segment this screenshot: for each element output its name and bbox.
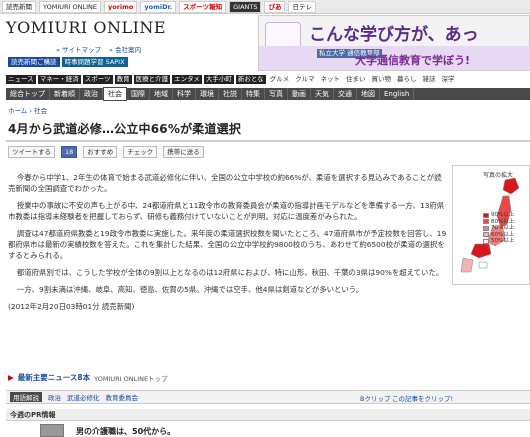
tab-photo[interactable]: 写真 <box>265 88 288 100</box>
category-news[interactable]: ニュース <box>6 75 36 84</box>
category-sports[interactable]: スポーツ <box>82 75 113 84</box>
nav-link-yomiuri-shimbun[interactable]: 読売新聞 <box>2 0 36 13</box>
banner-ad[interactable]: こんな学び方が、あっ 私立大学 通信教育部 大学通信教育で学ぼう! <box>258 15 530 71</box>
tab-new[interactable]: 新着順 <box>50 88 80 100</box>
nav-link-giants[interactable]: GIANTS <box>229 0 262 13</box>
japan-map-figure[interactable]: 写真の拡大 90%以上 80%以上 70%以上 60%以上 50%以上 <box>452 165 530 285</box>
article-timestamp: (2012年2月20日03時01分 読売新聞) <box>8 302 135 311</box>
pr-thumbnail[interactable] <box>40 424 64 437</box>
tab-editorial[interactable]: 社説 <box>219 88 242 100</box>
tab-special[interactable]: 特集 <box>242 88 265 100</box>
category-net[interactable]: ネット <box>319 75 343 84</box>
social-buttons: ツイートする 18 おすすめ チェック 携帯に送る <box>8 146 204 158</box>
nav-link-ntv[interactable]: 日テレ <box>288 0 316 13</box>
site-logo[interactable]: YOMIURI ONLINE <box>6 18 166 37</box>
tab-politics[interactable]: 政治 <box>80 88 103 100</box>
tab-map[interactable]: 地図 <box>357 88 380 100</box>
nav-link-hochi[interactable]: スポーツ報知 <box>179 0 227 13</box>
article-paragraph: 都道府県別では、こうした学校が全体の9割以上となるのは12府県におよび、特に山形… <box>16 268 444 277</box>
category-living[interactable]: 暮らし <box>395 75 419 84</box>
tab-video[interactable]: 動画 <box>288 88 311 100</box>
legend-item: 50%以上 <box>491 238 515 244</box>
tab-region[interactable]: 地域 <box>150 88 173 100</box>
arrow-icon: ▶ <box>8 373 14 382</box>
tab-traffic[interactable]: 交通 <box>334 88 357 100</box>
mobile-send-button[interactable]: 携帯に送る <box>163 146 204 158</box>
category-shopping[interactable]: 買い物 <box>370 75 394 84</box>
category-entertainment[interactable]: エンタメ <box>172 75 202 84</box>
tab-weather[interactable]: 天気 <box>311 88 334 100</box>
company-link[interactable]: » 会社案内 <box>109 44 141 54</box>
latest-news-source[interactable]: YOMIURI ONLINEトップ <box>94 373 168 383</box>
pr-headline[interactable]: 男の介護職は、50代から。 <box>76 426 175 437</box>
glossary-item[interactable]: 教育委員会 <box>106 392 139 402</box>
article-paragraph: 今春から中学1、2年生の体育で始まる武道必修化に伴い、全国の公立中学校の約66%… <box>8 173 442 193</box>
check-button[interactable]: チェック <box>123 146 158 158</box>
category-car[interactable]: クルマ <box>293 75 316 84</box>
category-gourmet[interactable]: グルメ <box>268 75 292 84</box>
breadcrumb-current[interactable]: 社会 <box>34 107 47 115</box>
tab-english[interactable]: English <box>380 88 415 100</box>
latest-news-title[interactable]: 最新主要ニュース8本 <box>18 372 90 383</box>
breadcrumb: ホーム › 社会 <box>8 105 47 115</box>
section-nav: 総合トップ 新着順 政治 社会 国際 地域 科学 環境 社説 特集 写真 動画 … <box>6 87 530 101</box>
nav-link-yorimo[interactable]: yorimo <box>104 0 138 13</box>
nav-link-yomiuri-online[interactable]: YOMIURI ONLINE <box>39 0 101 13</box>
tab-environment[interactable]: 環境 <box>196 88 219 100</box>
category-komachi[interactable]: 大手小町 <box>203 75 234 84</box>
tweet-button[interactable]: ツイートする <box>8 146 55 158</box>
article-paragraph: 授業中の事故に不安の声も上がる中、24都道府県と11政令市の教育委員会が柔道の指… <box>8 201 445 221</box>
pr-section-header: 今週のPR情報 <box>6 409 530 421</box>
tab-top[interactable]: 総合トップ <box>6 88 50 100</box>
like-count[interactable]: 18 <box>61 146 78 158</box>
tab-world[interactable]: 国際 <box>127 88 150 100</box>
category-nav: ニュース マネー・経済 スポーツ 教育 医療と介護 エンタメ 大手小町 新おとな… <box>6 74 530 85</box>
sapix-button[interactable]: 時事問題学習 SAPIX <box>61 57 128 67</box>
category-money[interactable]: マネー・経済 <box>37 75 81 84</box>
nav-link-yomidr[interactable]: yomiDr. <box>140 0 177 13</box>
subscribe-button[interactable]: 読売新聞ご購読 <box>8 57 60 67</box>
article-title: 4月から武道必修…公立中66%が柔道選択 <box>8 122 242 136</box>
article-paragraph: 一方、9割未満は沖縄、岐阜、高知、徳島、佐賀の5県。沖縄では空手、他4県は剣道な… <box>16 285 364 294</box>
page: 読売新聞 YOMIURI ONLINE yorimo yomiDr. スポーツ報… <box>0 0 530 437</box>
nav-link-pia[interactable]: ぴあ <box>264 0 286 13</box>
category-magazine[interactable]: 雑誌 <box>421 75 438 84</box>
tab-society[interactable]: 社会 <box>103 87 127 101</box>
article-body: 今春から中学1、2年生の体育で始まる武道必修化に伴い、全国の公立中学校の約66%… <box>8 172 448 312</box>
latest-news-link[interactable]: ▶ 最新主要ニュース8本 YOMIURI ONLINEトップ <box>8 372 168 383</box>
category-housing[interactable]: 住まい <box>344 75 368 84</box>
map-legend: 90%以上 80%以上 70%以上 60%以上 50%以上 <box>483 212 514 245</box>
article-paragraph: 調査は47都道府県教委と19政令市教委に実施した。来年度の柔道選択校数を聞いたと… <box>8 229 447 260</box>
top-service-nav: 読売新聞 YOMIURI ONLINE yorimo yomiDr. スポーツ報… <box>0 0 530 14</box>
tab-science[interactable]: 科学 <box>173 88 196 100</box>
category-otona[interactable]: 新おとな <box>235 75 266 84</box>
header-links: » サイトマップ » 会社案内 <box>56 44 141 54</box>
category-education[interactable]: 教育 <box>114 75 132 84</box>
category-medical[interactable]: 医療と介護 <box>133 75 171 84</box>
ad-headline: こんな学び方が、あっ <box>309 25 479 45</box>
breadcrumb-separator: › <box>29 107 32 115</box>
header-buttons: 読売新聞ご購読 時事問題学習 SAPIX <box>8 57 128 67</box>
clip-article-link[interactable]: この記事をクリップ! <box>392 393 453 403</box>
sitemap-link[interactable]: » サイトマップ <box>56 44 101 54</box>
ad-slogan: 大学通信教育で学ぼう! <box>355 54 471 67</box>
glossary-label: 用語解説 <box>10 392 42 402</box>
glossary-item[interactable]: 政治 <box>48 392 61 402</box>
breadcrumb-home[interactable]: ホーム <box>8 107 27 115</box>
recommend-button[interactable]: おすすめ <box>83 146 118 158</box>
category-shingaku[interactable]: 深学 <box>440 75 457 84</box>
glossary-item[interactable]: 武道必修化 <box>67 392 100 402</box>
bclip-link[interactable]: Bクリップ <box>360 393 390 403</box>
title-divider <box>6 140 530 142</box>
